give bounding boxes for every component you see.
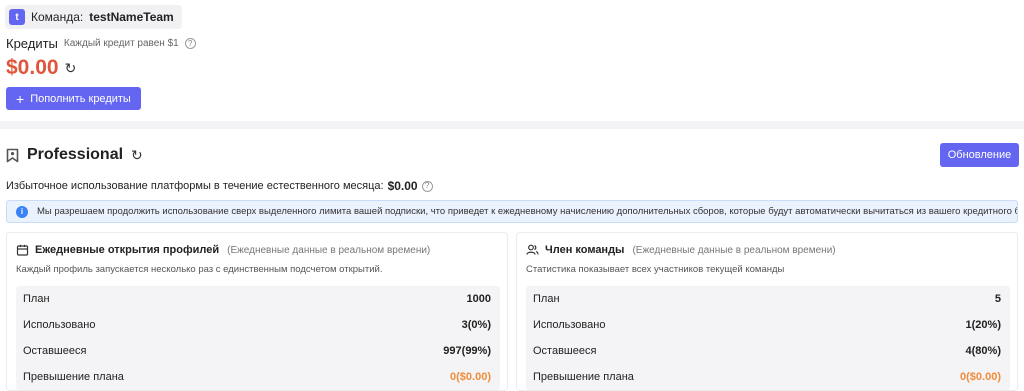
card-subtitle: (Ежедневные данные в реальном времени)	[227, 244, 431, 256]
overage-notice: i Мы разрешаем продолжить использование …	[6, 200, 1018, 223]
stat-label: Оставшееся	[23, 345, 87, 357]
profile-opens-card: Ежедневные открытия профилей (Ежедневные…	[6, 232, 508, 391]
card-description: Статистика показывает всех участников те…	[526, 264, 785, 275]
team-label: Команда:	[31, 10, 84, 24]
question-circle-icon[interactable]: ?	[421, 180, 433, 192]
card-title: Член команды	[545, 244, 625, 256]
stat-label: Оставшееся	[533, 345, 597, 357]
stat-label: Использовано	[23, 319, 96, 331]
team-name: testNameTeam	[89, 10, 174, 24]
stat-value: 997(99%)	[443, 345, 491, 357]
stat-label: План	[533, 293, 560, 305]
team-members-card: Член команды (Ежедневные данные в реальн…	[516, 232, 1018, 391]
stats-table: План 1000 Использовано 3(0%) Оставшееся …	[16, 286, 500, 390]
stat-value: 0($0.00)	[960, 371, 1001, 383]
stat-row-plan: План 1000	[16, 286, 500, 312]
credits-label: Кредиты	[6, 36, 58, 51]
stat-row-overage: Превышение плана 0($0.00)	[526, 364, 1010, 390]
stat-label: Использовано	[533, 319, 606, 331]
stat-row-used: Использовано 3(0%)	[16, 312, 500, 338]
stat-value: 0($0.00)	[450, 371, 491, 383]
team-selector[interactable]: t Команда: testNameTeam	[5, 5, 182, 29]
upgrade-button[interactable]: Обновление	[940, 143, 1019, 167]
stat-label: План	[23, 293, 50, 305]
stat-value: 1000	[466, 293, 491, 305]
users-icon	[526, 244, 539, 255]
overuse-label: Избыточное использование платформы в теч…	[6, 180, 384, 192]
overuse-value: $0.00	[387, 179, 418, 193]
credits-panel: t Команда: testNameTeam Кредиты Каждый к…	[0, 0, 1024, 121]
topup-credits-label: Пополнить кредиты	[30, 92, 131, 105]
info-icon: i	[16, 205, 28, 218]
card-header: Член команды (Ежедневные данные в реальн…	[526, 244, 836, 256]
notice-text: Мы разрешаем продолжить использование св…	[37, 206, 1018, 217]
overuse-summary: Избыточное использование платформы в теч…	[6, 179, 433, 193]
stat-value: 4(80%)	[965, 345, 1001, 357]
stat-value: 3(0%)	[461, 319, 491, 331]
stat-row-remaining: Оставшееся 4(80%)	[526, 338, 1010, 364]
question-circle-icon[interactable]: ?	[184, 38, 196, 49]
plan-header: Professional ↻	[6, 146, 143, 164]
stat-value: 1(20%)	[965, 319, 1001, 331]
refresh-icon[interactable]: ↻	[131, 148, 143, 162]
topup-credits-button[interactable]: + Пополнить кредиты	[6, 87, 141, 110]
calendar-icon	[16, 244, 29, 256]
refresh-icon[interactable]: ↻	[65, 61, 77, 75]
card-subtitle: (Ежедневные данные в реальном времени)	[632, 244, 836, 256]
card-header: Ежедневные открытия профилей (Ежедневные…	[16, 244, 430, 256]
plan-panel: Professional ↻ Обновление Избыточное исп…	[0, 129, 1024, 391]
plus-icon: +	[16, 90, 25, 107]
stat-row-remaining: Оставшееся 997(99%)	[16, 338, 500, 364]
stat-label: Превышение плана	[23, 371, 124, 383]
stat-row-overage: Превышение плана 0($0.00)	[16, 364, 500, 390]
balance-row: $0.00 ↻	[6, 56, 76, 80]
bookmark-icon	[6, 148, 19, 162]
stat-row-plan: План 5	[526, 286, 1010, 312]
credits-hint: Каждый кредит равен $1	[63, 38, 179, 49]
card-title: Ежедневные открытия профилей	[35, 244, 220, 256]
stats-table: План 5 Использовано 1(20%) Оставшееся 4(…	[526, 286, 1010, 390]
stat-row-used: Использовано 1(20%)	[526, 312, 1010, 338]
stat-value: 5	[994, 293, 1001, 305]
credit-balance: $0.00	[6, 56, 59, 79]
team-avatar: t	[9, 9, 25, 25]
stat-label: Превышение плана	[533, 371, 634, 383]
credits-header: Кредиты Каждый кредит равен $1 ?	[6, 36, 196, 51]
card-description: Каждый профиль запускается несколько раз…	[16, 264, 383, 275]
plan-title: Professional	[27, 146, 124, 163]
